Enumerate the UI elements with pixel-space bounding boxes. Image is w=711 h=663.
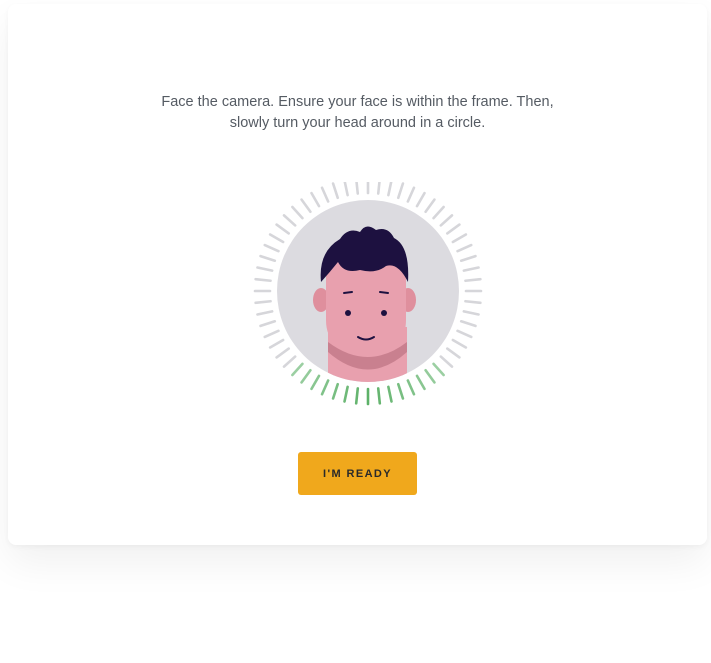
scan-tick-complete — [320, 379, 330, 396]
scan-tick-pending — [459, 254, 477, 263]
avatar-right-eye — [381, 310, 387, 316]
scan-tick-pending — [462, 310, 480, 316]
scan-tick-pending — [256, 266, 274, 272]
scan-tick-pending — [275, 223, 291, 235]
scan-tick-complete — [415, 374, 426, 391]
scan-tick-pending — [343, 182, 349, 197]
scan-tick-pending — [268, 338, 285, 349]
scan-tick-pending — [464, 299, 482, 305]
scan-tick-pending — [432, 205, 445, 220]
scan-tick-pending — [424, 198, 436, 214]
scan-tick-pending — [275, 347, 291, 359]
scan-tick-complete — [424, 368, 436, 384]
scan-tick-pending — [259, 319, 277, 328]
scan-tick-pending — [254, 299, 272, 305]
scan-tick-complete — [354, 387, 360, 405]
scan-tick-pending — [263, 243, 280, 253]
scan-tick-pending — [300, 198, 312, 214]
im-ready-button[interactable]: I'M READY — [298, 452, 417, 495]
scan-tick-pending — [406, 186, 416, 203]
scan-tick-complete — [310, 374, 321, 391]
scan-tick-pending — [376, 182, 381, 195]
scan-tick-complete — [396, 382, 405, 400]
face-scan-svg — [253, 182, 483, 406]
scan-tick-pending — [462, 266, 480, 272]
scan-tick-pending — [331, 182, 340, 200]
scan-tick-complete — [300, 368, 312, 384]
scan-tick-pending — [320, 186, 330, 203]
scan-tick-pending — [291, 205, 304, 220]
scan-tick-pending — [439, 355, 454, 368]
scan-tick-pending — [256, 310, 274, 316]
avatar-left-eyebrow — [343, 291, 353, 294]
scan-tick-pending — [439, 214, 454, 227]
scan-tick-pending — [387, 182, 393, 197]
scan-tick-pending — [259, 254, 277, 263]
face-scan-card: Face the camera. Ensure your face is wit… — [8, 4, 707, 545]
scan-tick-complete — [343, 385, 349, 403]
scan-tick-complete — [406, 379, 416, 396]
scan-tick-pending — [396, 182, 405, 200]
scan-tick-complete — [432, 362, 445, 377]
scan-tick-pending — [282, 214, 297, 227]
scan-tick-pending — [310, 191, 321, 208]
scan-tick-pending — [445, 347, 461, 359]
scan-tick-complete — [291, 362, 304, 377]
scan-tick-pending — [459, 319, 477, 328]
scan-tick-pending — [282, 355, 297, 368]
scan-tick-pending — [254, 277, 272, 283]
scan-tick-pending — [456, 243, 473, 253]
scan-tick-pending — [451, 338, 468, 349]
avatar-illustration — [313, 226, 416, 382]
face-scan-frame — [248, 182, 488, 422]
scan-tick-complete — [331, 382, 340, 400]
scan-tick-pending — [268, 233, 285, 244]
scan-tick-pending — [456, 329, 473, 339]
scan-tick-pending — [263, 329, 280, 339]
instructions-line-1: Face the camera. Ensure your face is wit… — [161, 94, 554, 110]
scan-tick-complete — [376, 387, 382, 405]
scan-tick-complete — [387, 385, 393, 403]
instructions-line-2: slowly turn your head around in a circle… — [229, 115, 486, 131]
scan-tick-pending — [451, 233, 468, 244]
scan-tick-pending — [464, 277, 482, 283]
scan-tick-pending — [445, 223, 461, 235]
instructions-text: Face the camera. Ensure your face is wit… — [8, 92, 707, 134]
avatar-right-eyebrow — [379, 291, 389, 294]
scan-tick-pending — [355, 182, 360, 195]
avatar-left-eye — [345, 310, 351, 316]
scan-tick-pending — [415, 191, 426, 208]
